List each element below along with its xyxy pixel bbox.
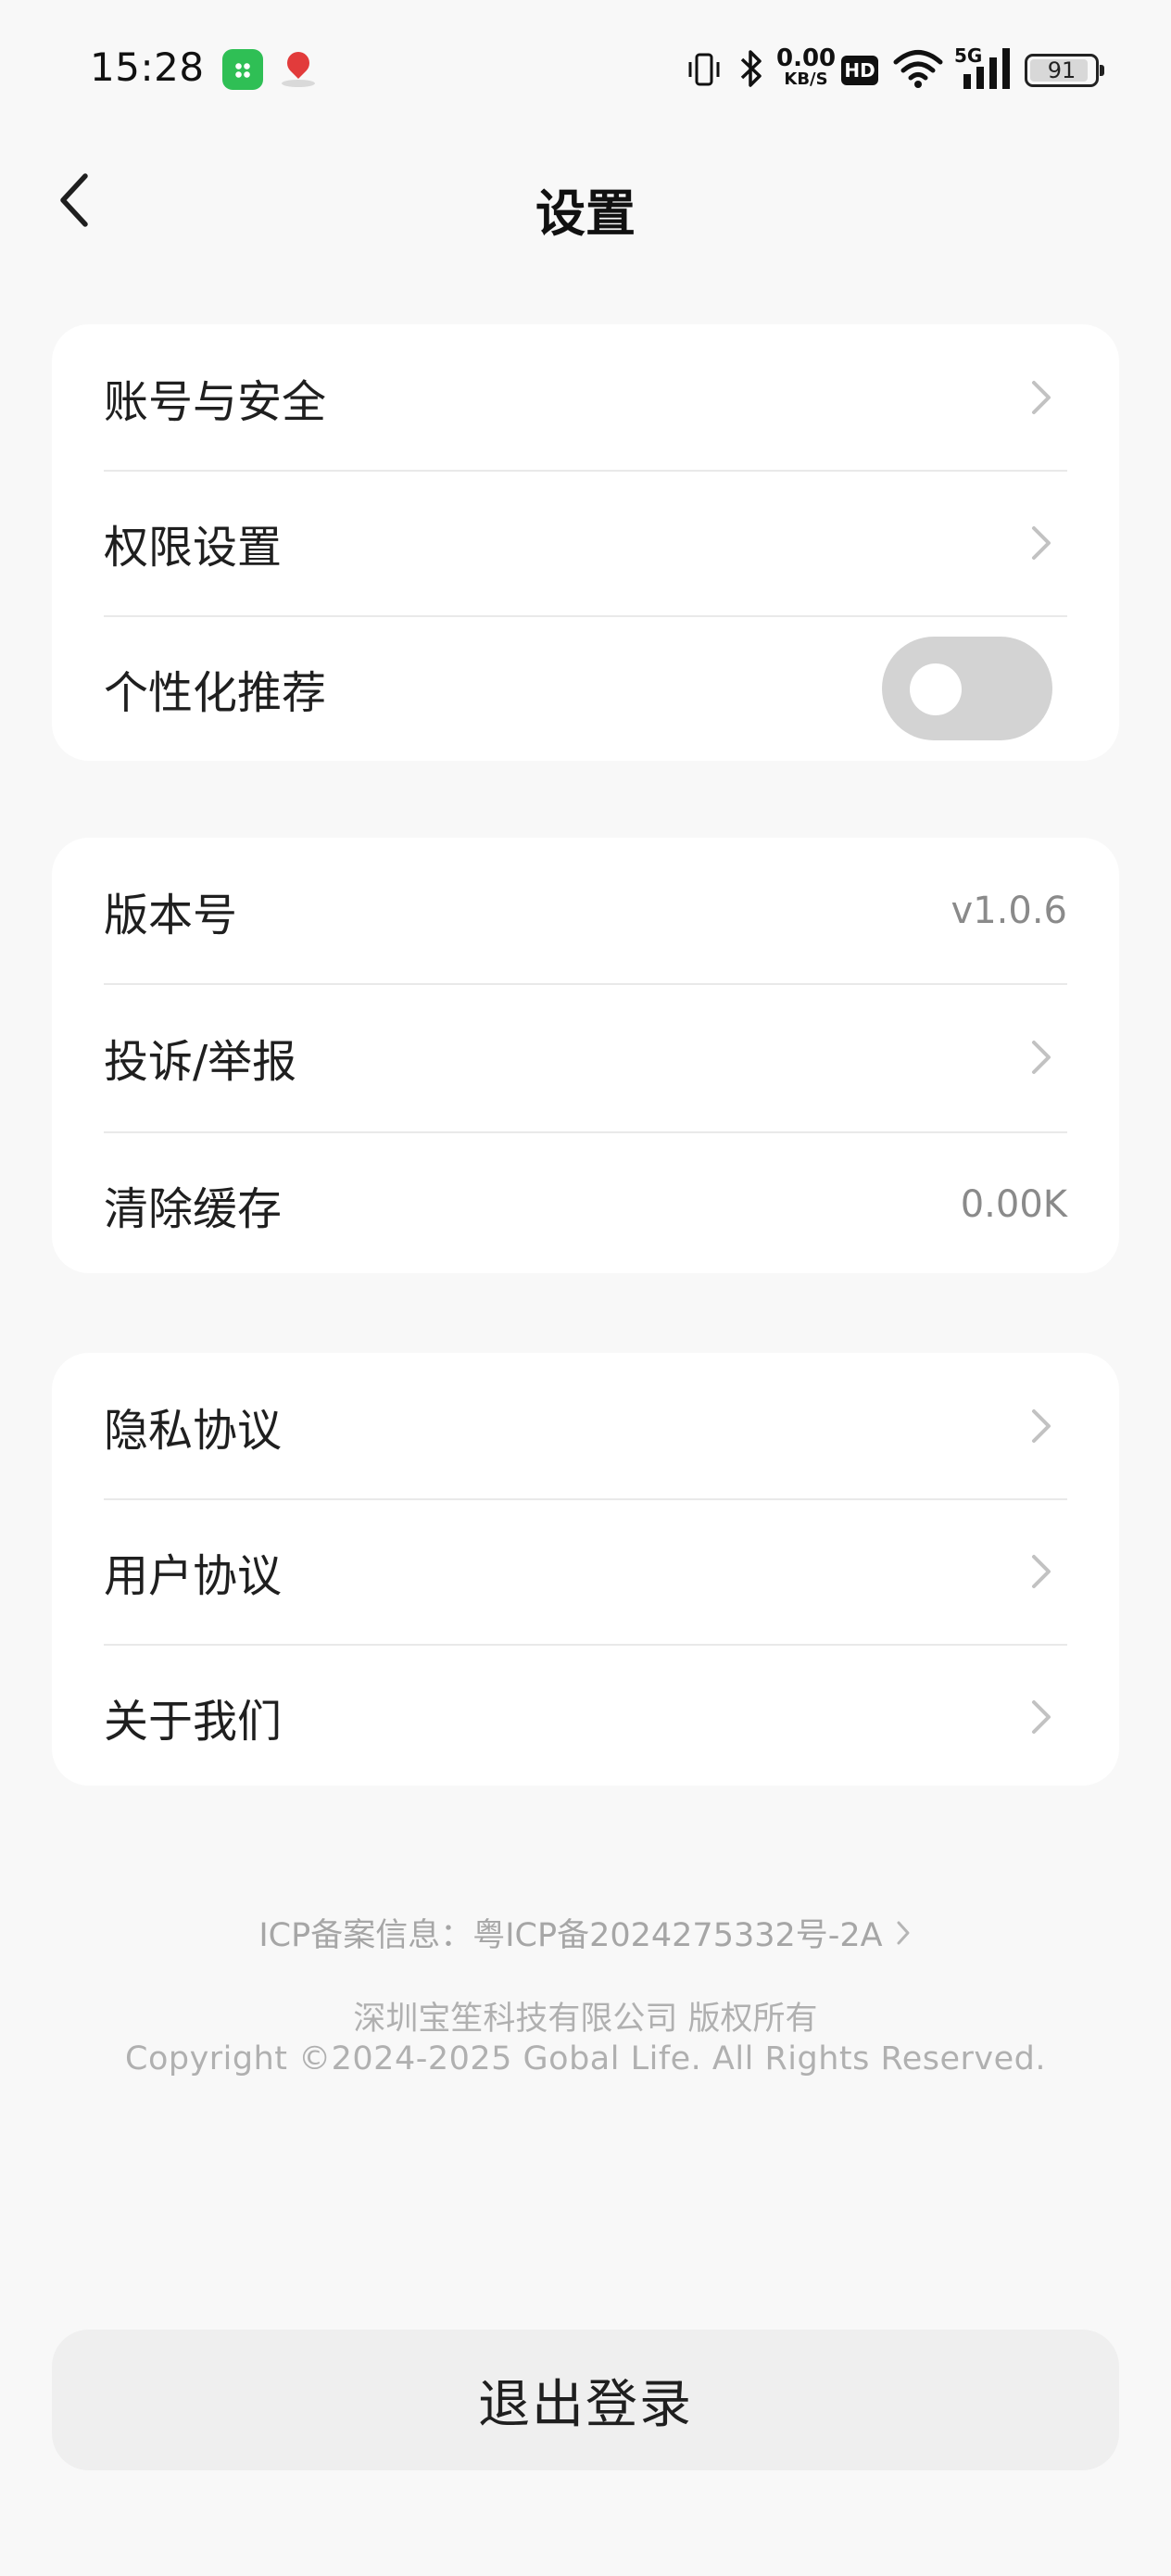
row-privacy-policy[interactable]: 隐私协议	[52, 1353, 1119, 1498]
app-store-icon	[222, 49, 263, 90]
wifi-icon	[893, 50, 943, 88]
settings-card-legal: 隐私协议 用户协议 关于我们	[52, 1353, 1119, 1786]
company-notice: 深圳宝笙科技有限公司 版权所有	[353, 2001, 818, 2038]
chevron-right-icon	[1032, 1699, 1051, 1734]
logout-button[interactable]: 退出登录	[52, 2330, 1119, 2470]
toggle-knob	[910, 663, 962, 715]
bluetooth-icon	[740, 50, 762, 87]
version-value: v1.0.6	[951, 889, 1067, 932]
row-label: 个性化推荐	[104, 666, 327, 719]
cache-size-value: 0.00K	[960, 1182, 1067, 1226]
net-speed: 0.00 KB/S	[776, 44, 837, 89]
page-title: 设置	[535, 184, 636, 243]
hd-badge: HD	[841, 56, 878, 85]
chevron-right-icon	[1032, 380, 1051, 414]
chevron-right-icon	[1032, 1041, 1051, 1074]
chevron-right-icon	[1032, 1554, 1051, 1588]
personalized-toggle[interactable]	[882, 636, 1052, 740]
row-label: 版本号	[104, 889, 238, 941]
vibrate-icon	[688, 53, 720, 86]
signal-icon: 5G	[954, 44, 1012, 93]
settings-card-account: 账号与安全 权限设置 个性化推荐	[52, 324, 1119, 761]
copyright-notice: Copyright ©2024-2025 Gobal Life. All Rig…	[125, 2040, 1046, 2077]
row-label: 用户协议	[104, 1549, 283, 1602]
row-label: 账号与安全	[104, 375, 327, 428]
chevron-right-icon	[897, 1921, 910, 1944]
row-account-security[interactable]: 账号与安全	[52, 324, 1119, 470]
row-personalized-recommendation: 个性化推荐	[52, 615, 1119, 761]
battery-icon: 91	[1025, 54, 1104, 87]
chevron-right-icon	[1032, 525, 1051, 560]
row-permissions[interactable]: 权限设置	[52, 470, 1119, 615]
settings-page: 15:28 0.00 KB/S HD 5G 91 设置 账号与安全 权限设置 个…	[0, 0, 1171, 2576]
chevron-right-icon	[1032, 1408, 1051, 1443]
row-label: 清除缓存	[104, 1182, 283, 1235]
row-label: 权限设置	[104, 521, 283, 574]
icp-link[interactable]: ICP备案信息：粤ICP备2024275332号-2A	[0, 1909, 1171, 1956]
row-clear-cache[interactable]: 清除缓存 0.00K	[52, 1131, 1119, 1273]
settings-card-app: 版本号 v1.0.6 投诉/举报 清除缓存 0.00K	[52, 838, 1119, 1273]
status-bar: 15:28 0.00 KB/S HD 5G 91	[0, 0, 1171, 139]
map-pin-icon	[282, 47, 315, 89]
row-label: 投诉/举报	[104, 1036, 297, 1088]
row-user-agreement[interactable]: 用户协议	[52, 1498, 1119, 1644]
row-label: 关于我们	[104, 1695, 283, 1748]
row-report[interactable]: 投诉/举报	[52, 983, 1119, 1131]
row-version: 版本号 v1.0.6	[52, 838, 1119, 983]
row-about-us[interactable]: 关于我们	[52, 1644, 1119, 1786]
icp-text: ICP备案信息：粤ICP备2024275332号-2A	[258, 1917, 883, 1954]
row-label: 隐私协议	[104, 1404, 283, 1457]
status-time: 15:28	[90, 44, 205, 90]
